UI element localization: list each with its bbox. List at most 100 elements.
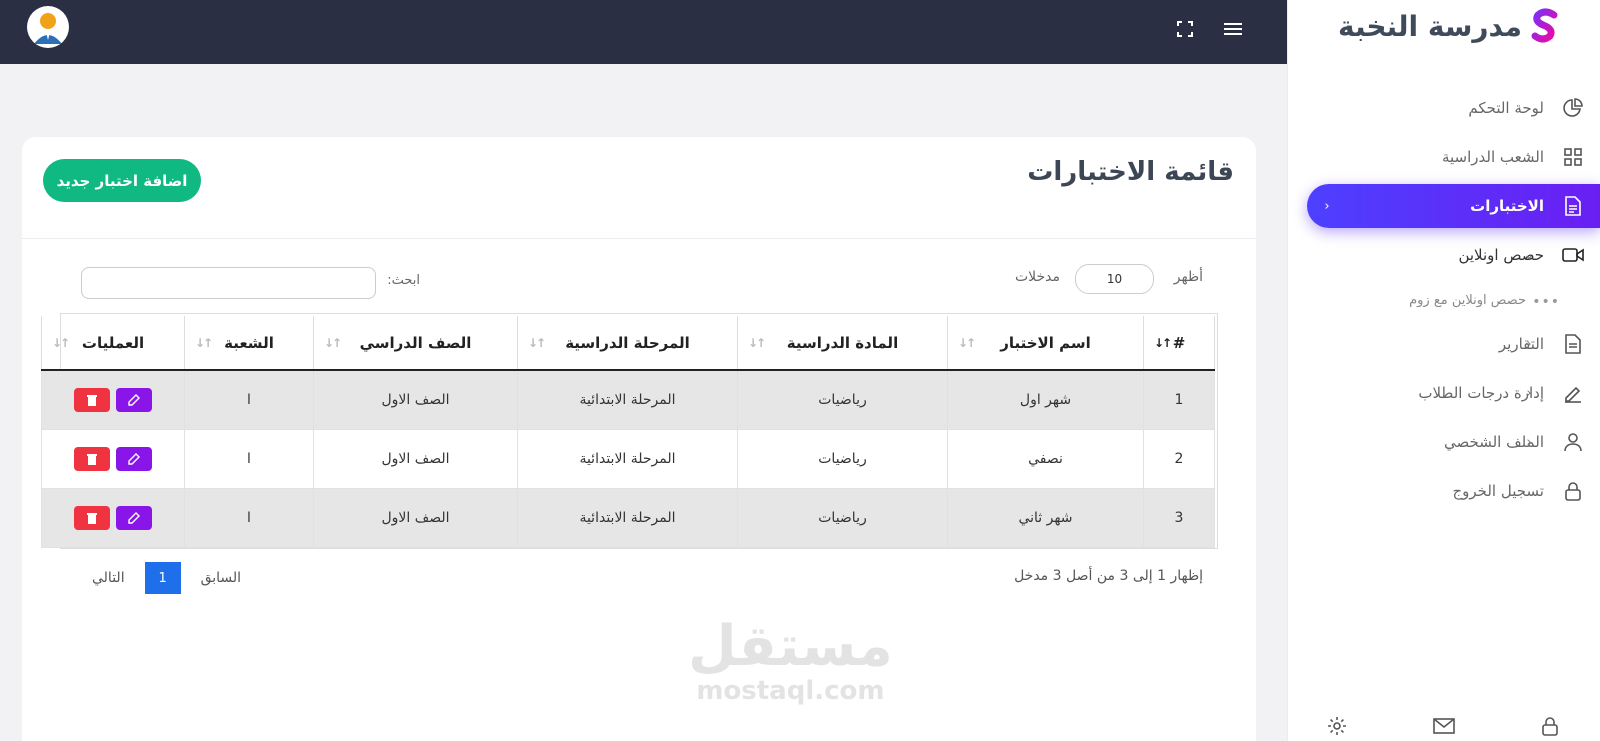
sidebar-item-label: تسجيل الخروج — [1452, 482, 1544, 500]
menu-toggle-icon[interactable] — [1222, 18, 1244, 40]
sidebar-item-label: لوحة التحكم — [1468, 99, 1544, 117]
sidebar-subitem-zoom[interactable]: ••• حصص اونلاين مع زوم — [1287, 282, 1600, 322]
sidebar-item-reports[interactable]: التقارير ‹ — [1287, 322, 1600, 366]
chevron-left-icon: ‹ — [1526, 385, 1532, 401]
edit-button[interactable] — [116, 505, 152, 530]
sort-asc-icon: ↑↓ — [1154, 336, 1172, 350]
trash-icon — [87, 512, 97, 524]
user-icon — [1562, 431, 1584, 453]
sidebar-footer — [1287, 711, 1600, 741]
sidebar-item-exams[interactable]: الاختبارات ‹ — [1307, 184, 1600, 228]
edit-icon — [128, 511, 140, 524]
column-header-stage[interactable]: المرحلة الدراسية ↑↓ — [517, 316, 738, 371]
table-controls: أظهر 10 مدخلات ابحث: — [22, 239, 1256, 313]
sidebar-item-online-classes[interactable]: حصص اونلاين ⌄ — [1287, 233, 1600, 277]
fullscreen-icon[interactable] — [1174, 18, 1196, 40]
column-header-actions[interactable]: العمليات ↑↓ — [41, 316, 185, 371]
cell-index: 1 — [1143, 369, 1215, 430]
sort-icon: ↑↓ — [958, 336, 976, 350]
cell-section: ا — [184, 369, 314, 430]
cell-exam-name: شهر ثاني — [947, 487, 1144, 548]
chevron-left-icon: ‹ — [1526, 434, 1532, 450]
cell-actions — [41, 428, 185, 489]
next-page-link[interactable]: التالي — [92, 570, 125, 586]
sidebar-item-logout[interactable]: تسجيل الخروج — [1287, 469, 1600, 513]
page-title: قائمة الاختبارات — [1027, 157, 1234, 187]
sort-icon: ↑↓ — [324, 336, 342, 350]
delete-button[interactable] — [74, 387, 110, 412]
card-header: قائمة الاختبارات اضافة اختبار جديد — [22, 137, 1256, 239]
sort-icon: ↑↓ — [52, 336, 70, 350]
sidebar-nav: لوحة التحكم الشعب الدراسية ‹ الاختبارات … — [1287, 86, 1600, 518]
watermark: مستقل mostaql.com — [688, 614, 893, 706]
cell-stage: المرحلة الابتدائية — [517, 487, 738, 548]
column-header-grade[interactable]: الصف الدراسي ↑↓ — [313, 316, 518, 371]
exams-card: قائمة الاختبارات اضافة اختبار جديد أظهر … — [22, 137, 1256, 741]
exams-table: # ↑↓ اسم الاختبار ↑↓ المادة الدراسية ↑↓ الم… — [41, 313, 1218, 549]
page-length-select[interactable]: 10 — [1075, 264, 1154, 294]
add-exam-button[interactable]: اضافة اختبار جديد — [43, 159, 201, 202]
cell-subject: رياضيات — [737, 369, 948, 430]
edit-icon — [128, 452, 140, 465]
page-1-button[interactable]: 1 — [144, 562, 181, 594]
user-avatar[interactable] — [27, 6, 69, 48]
cell-subject: رياضيات — [737, 428, 948, 489]
search-label: ابحث: — [387, 273, 420, 288]
cell-grade: الصف الاول — [313, 428, 518, 489]
sidebar-item-sections[interactable]: الشعب الدراسية ‹ — [1287, 135, 1600, 179]
edit-button[interactable] — [116, 387, 152, 412]
show-label: أظهر — [1173, 269, 1203, 285]
cell-section: ا — [184, 428, 314, 489]
watermark-latin: mostaql.com — [696, 676, 885, 706]
sidebar-item-profile[interactable]: الملف الشخصي ‹ — [1287, 420, 1600, 464]
dots-icon: ••• — [1532, 294, 1560, 310]
column-header-section[interactable]: الشعبة ↑↓ — [184, 316, 314, 371]
lock-icon[interactable] — [1538, 714, 1562, 738]
document-icon — [1562, 333, 1584, 355]
edit-icon — [128, 393, 140, 406]
cell-index: 3 — [1143, 487, 1215, 548]
cell-stage: المرحلة الابتدائية — [517, 369, 738, 430]
edit-button[interactable] — [116, 446, 152, 471]
column-header-subject[interactable]: المادة الدراسية ↑↓ — [737, 316, 948, 371]
cell-actions — [41, 369, 185, 430]
chevron-left-icon: ‹ — [1526, 149, 1532, 165]
cell-subject: رياضيات — [737, 487, 948, 548]
cell-actions — [41, 487, 185, 548]
sort-icon: ↑↓ — [748, 336, 766, 350]
chevron-down-icon: ⌄ — [1523, 247, 1535, 263]
trash-icon — [87, 453, 97, 465]
table-row: 2 نصفي رياضيات المرحلة الابتدائية الصف ا… — [41, 428, 1215, 489]
column-header-index[interactable]: # ↑↓ — [1143, 316, 1215, 371]
table-row: 3 شهر ثاني رياضيات المرحلة الابتدائية ال… — [41, 487, 1215, 548]
table-info: إظهار 1 إلى 3 من أصل 3 مدخل — [1014, 568, 1203, 584]
cell-stage: المرحلة الابتدائية — [517, 428, 738, 489]
brand-logo-icon — [1531, 8, 1558, 43]
delete-button[interactable] — [74, 505, 110, 530]
trash-icon — [87, 394, 97, 406]
gear-icon[interactable] — [1325, 714, 1349, 738]
pagination: التالي 1 السابق — [92, 562, 241, 594]
lock-icon — [1562, 480, 1584, 502]
sidebar-item-dashboard[interactable]: لوحة التحكم — [1287, 86, 1600, 130]
topbar — [0, 0, 1287, 64]
watermark-arabic: مستقل — [688, 614, 893, 679]
entries-label: مدخلات — [1014, 269, 1060, 285]
brand[interactable]: مدرسة النخبة — [1338, 8, 1560, 44]
video-camera-icon — [1562, 244, 1584, 266]
sidebar-item-label: التقارير — [1498, 335, 1544, 353]
cell-section: ا — [184, 487, 314, 548]
cell-index: 2 — [1143, 428, 1215, 489]
chevron-left-icon: ‹ — [1526, 336, 1532, 352]
chevron-left-icon: ‹ — [1324, 198, 1330, 214]
sidebar-subitem-label: حصص اونلاين مع زوم — [1409, 293, 1526, 308]
sidebar-item-grades[interactable]: إدارة درجات الطلاب ‹ — [1287, 371, 1600, 415]
column-header-exam-name[interactable]: اسم الاختبار ↑↓ — [947, 316, 1144, 371]
previous-page-link[interactable]: السابق — [201, 570, 241, 586]
search-input[interactable] — [81, 267, 376, 299]
brand-name: مدرسة النخبة — [1337, 9, 1522, 43]
delete-button[interactable] — [74, 446, 110, 471]
cell-exam-name: شهر اول — [947, 369, 1144, 430]
sidebar: مدرسة النخبة لوحة التحكم الشعب الدراسية … — [1287, 0, 1600, 741]
mail-icon[interactable] — [1432, 714, 1456, 738]
